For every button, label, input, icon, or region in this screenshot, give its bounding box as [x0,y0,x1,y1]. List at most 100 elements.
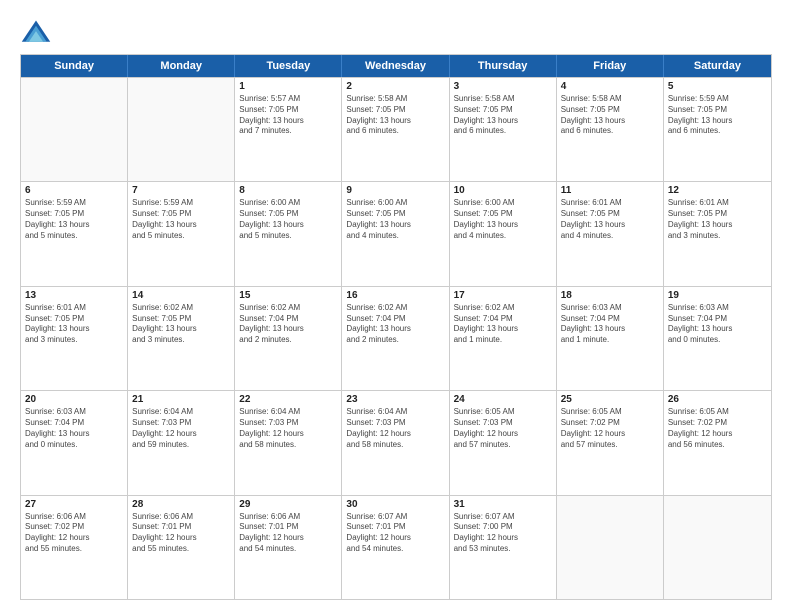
calendar-cell-day-10: 10 Sunrise: 6:00 AM Sunset: 7:05 PM Dayli… [450,182,557,285]
weekday-header-wednesday: Wednesday [342,55,449,77]
calendar-cell-day-9: 9 Sunrise: 6:00 AM Sunset: 7:05 PM Daylig… [342,182,449,285]
day-number: 7 [132,185,230,196]
calendar-cell-day-1: 1 Sunrise: 5:57 AM Sunset: 7:05 PM Daylig… [235,78,342,181]
day-info: Sunrise: 6:01 AM Sunset: 7:05 PM Dayligh… [668,198,767,241]
day-info: Sunrise: 6:04 AM Sunset: 7:03 PM Dayligh… [239,407,337,450]
day-info: Sunrise: 6:03 AM Sunset: 7:04 PM Dayligh… [25,407,123,450]
day-info: Sunrise: 6:00 AM Sunset: 7:05 PM Dayligh… [346,198,444,241]
weekday-header-monday: Monday [128,55,235,77]
day-info: Sunrise: 6:05 AM Sunset: 7:02 PM Dayligh… [561,407,659,450]
calendar-cell-day-15: 15Sunrise: 6:02 AM Sunset: 7:04 PM Dayli… [235,287,342,390]
calendar-cell-day-4: 4 Sunrise: 5:58 AM Sunset: 7:05 PM Daylig… [557,78,664,181]
logo [20,18,56,46]
day-info: Sunrise: 6:05 AM Sunset: 7:03 PM Dayligh… [454,407,552,450]
day-number: 18 [561,290,659,301]
day-info: Sunrise: 5:59 AM Sunset: 7:05 PM Dayligh… [668,94,767,137]
day-info: Sunrise: 6:02 AM Sunset: 7:04 PM Dayligh… [346,303,444,346]
day-info: Sunrise: 5:58 AM Sunset: 7:05 PM Dayligh… [454,94,552,137]
day-number: 3 [454,81,552,92]
day-number: 26 [668,394,767,405]
calendar-row-1: 1 Sunrise: 5:57 AM Sunset: 7:05 PM Daylig… [21,77,771,181]
calendar-cell-day-17: 17 Sunrise: 6:02 AM Sunset: 7:04 PM Dayli… [450,287,557,390]
weekday-header-saturday: Saturday [664,55,771,77]
calendar-cell-day-21: 21 Sunrise: 6:04 AM Sunset: 7:03 PM Dayli… [128,391,235,494]
day-number: 22 [239,394,337,405]
calendar: SundayMondayTuesdayWednesdayThursdayFrid… [20,54,772,600]
day-number: 30 [346,499,444,510]
day-number: 12 [668,185,767,196]
day-info: Sunrise: 6:06 AM Sunset: 7:01 PM Dayligh… [132,512,230,555]
day-info: Sunrise: 6:04 AM Sunset: 7:03 PM Dayligh… [132,407,230,450]
day-info: Sunrise: 6:04 AM Sunset: 7:03 PM Dayligh… [346,407,444,450]
calendar-row-3: 13Sunrise: 6:01 AM Sunset: 7:05 PM Dayli… [21,286,771,390]
weekday-header-thursday: Thursday [450,55,557,77]
day-info: Sunrise: 6:02 AM Sunset: 7:04 PM Dayligh… [454,303,552,346]
calendar-cell-day-31: 31 Sunrise: 6:07 AM Sunset: 7:00 PM Dayli… [450,496,557,599]
day-number: 17 [454,290,552,301]
day-info: Sunrise: 5:58 AM Sunset: 7:05 PM Dayligh… [346,94,444,137]
calendar-cell-day-11: 11 Sunrise: 6:01 AM Sunset: 7:05 PM Dayli… [557,182,664,285]
day-info: Sunrise: 5:59 AM Sunset: 7:05 PM Dayligh… [25,198,123,241]
day-info: Sunrise: 6:06 AM Sunset: 7:02 PM Dayligh… [25,512,123,555]
calendar-cell-day-29: 29 Sunrise: 6:06 AM Sunset: 7:01 PM Dayli… [235,496,342,599]
day-number: 24 [454,394,552,405]
day-number: 28 [132,499,230,510]
weekday-header-sunday: Sunday [21,55,128,77]
day-info: Sunrise: 5:59 AM Sunset: 7:05 PM Dayligh… [132,198,230,241]
day-number: 27 [25,499,123,510]
day-number: 9 [346,185,444,196]
day-number: 29 [239,499,337,510]
calendar-cell-day-23: 23Sunrise: 6:04 AM Sunset: 7:03 PM Dayli… [342,391,449,494]
calendar-cell-day-18: 18 Sunrise: 6:03 AM Sunset: 7:04 PM Dayli… [557,287,664,390]
calendar-cell-day-30: 30 Sunrise: 6:07 AM Sunset: 7:01 PM Dayli… [342,496,449,599]
day-number: 25 [561,394,659,405]
calendar-cell-day-5: 5Sunrise: 5:59 AM Sunset: 7:05 PM Daylig… [664,78,771,181]
day-number: 19 [668,290,767,301]
day-number: 11 [561,185,659,196]
day-number: 21 [132,394,230,405]
calendar-cell-day-14: 14 Sunrise: 6:02 AM Sunset: 7:05 PM Dayli… [128,287,235,390]
calendar-cell-day-3: 3 Sunrise: 5:58 AM Sunset: 7:05 PM Daylig… [450,78,557,181]
calendar-cell-day-6: 6Sunrise: 5:59 AM Sunset: 7:05 PM Daylig… [21,182,128,285]
day-number: 16 [346,290,444,301]
day-number: 1 [239,81,337,92]
calendar-cell-empty [128,78,235,181]
day-info: Sunrise: 5:57 AM Sunset: 7:05 PM Dayligh… [239,94,337,137]
day-info: Sunrise: 6:05 AM Sunset: 7:02 PM Dayligh… [668,407,767,450]
logo-icon [20,18,52,46]
day-number: 31 [454,499,552,510]
weekday-header-friday: Friday [557,55,664,77]
day-info: Sunrise: 6:01 AM Sunset: 7:05 PM Dayligh… [25,303,123,346]
day-info: Sunrise: 6:07 AM Sunset: 7:01 PM Dayligh… [346,512,444,555]
day-info: Sunrise: 6:01 AM Sunset: 7:05 PM Dayligh… [561,198,659,241]
calendar-cell-day-26: 26 Sunrise: 6:05 AM Sunset: 7:02 PM Dayli… [664,391,771,494]
calendar-cell-day-25: 25 Sunrise: 6:05 AM Sunset: 7:02 PM Dayli… [557,391,664,494]
day-info: Sunrise: 6:02 AM Sunset: 7:05 PM Dayligh… [132,303,230,346]
calendar-cell-day-13: 13Sunrise: 6:01 AM Sunset: 7:05 PM Dayli… [21,287,128,390]
day-info: Sunrise: 6:00 AM Sunset: 7:05 PM Dayligh… [454,198,552,241]
day-info: Sunrise: 6:06 AM Sunset: 7:01 PM Dayligh… [239,512,337,555]
calendar-cell-day-2: 2Sunrise: 5:58 AM Sunset: 7:05 PM Daylig… [342,78,449,181]
day-info: Sunrise: 6:00 AM Sunset: 7:05 PM Dayligh… [239,198,337,241]
calendar-cell-day-20: 20Sunrise: 6:03 AM Sunset: 7:04 PM Dayli… [21,391,128,494]
calendar-cell-day-24: 24 Sunrise: 6:05 AM Sunset: 7:03 PM Dayli… [450,391,557,494]
page: SundayMondayTuesdayWednesdayThursdayFrid… [0,0,792,612]
header [20,18,772,46]
day-number: 4 [561,81,659,92]
weekday-header-tuesday: Tuesday [235,55,342,77]
calendar-cell-empty [664,496,771,599]
calendar-cell-empty [21,78,128,181]
day-info: Sunrise: 6:03 AM Sunset: 7:04 PM Dayligh… [561,303,659,346]
calendar-cell-day-19: 19Sunrise: 6:03 AM Sunset: 7:04 PM Dayli… [664,287,771,390]
day-info: Sunrise: 5:58 AM Sunset: 7:05 PM Dayligh… [561,94,659,137]
calendar-cell-day-12: 12 Sunrise: 6:01 AM Sunset: 7:05 PM Dayli… [664,182,771,285]
day-number: 10 [454,185,552,196]
calendar-row-5: 27 Sunrise: 6:06 AM Sunset: 7:02 PM Dayli… [21,495,771,599]
calendar-cell-day-16: 16 Sunrise: 6:02 AM Sunset: 7:04 PM Dayli… [342,287,449,390]
calendar-cell-day-22: 22 Sunrise: 6:04 AM Sunset: 7:03 PM Dayli… [235,391,342,494]
day-number: 15 [239,290,337,301]
calendar-cell-day-7: 7 Sunrise: 5:59 AM Sunset: 7:05 PM Daylig… [128,182,235,285]
day-number: 14 [132,290,230,301]
calendar-cell-day-28: 28 Sunrise: 6:06 AM Sunset: 7:01 PM Dayli… [128,496,235,599]
day-info: Sunrise: 6:07 AM Sunset: 7:00 PM Dayligh… [454,512,552,555]
